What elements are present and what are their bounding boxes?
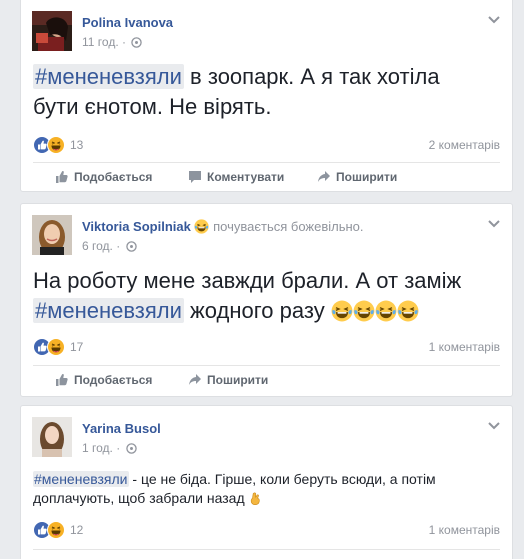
reaction-count: 17 xyxy=(70,340,84,354)
globe-icon xyxy=(126,241,137,252)
thumbs-up-icon xyxy=(56,170,68,183)
post-text-line: доплачують, щоб забрали назад xyxy=(33,489,503,508)
haha-reaction-icon xyxy=(47,338,65,356)
thumbs-up-icon xyxy=(56,373,68,386)
comment-button[interactable]: Коментувати xyxy=(188,164,284,190)
post-text-line: На роботу мене завжди брали. А от заміж xyxy=(33,268,462,293)
reaction-count: 12 xyxy=(70,523,84,537)
avatar[interactable] xyxy=(32,11,72,51)
emoji-group xyxy=(331,298,419,323)
haha-reaction-icon xyxy=(47,521,65,539)
post-text: #мененевзяли в зоопарк. А я так хотіла б… xyxy=(33,62,503,122)
post-meta: 11 год. · xyxy=(82,35,142,49)
post-author[interactable]: Polina Ivanova xyxy=(82,15,173,30)
comment-icon xyxy=(189,171,201,183)
share-icon xyxy=(189,374,201,385)
hashtag-link[interactable]: #мененевзяли xyxy=(33,298,184,323)
laughing-crying-emoji xyxy=(375,300,397,322)
divider xyxy=(33,549,500,550)
post-time[interactable]: 6 год. · xyxy=(82,239,124,253)
finger-crossed-emoji xyxy=(250,492,260,506)
avatar[interactable] xyxy=(32,215,72,255)
laughing-crying-emoji xyxy=(194,219,209,234)
post-author[interactable]: Yarina Busol xyxy=(82,421,161,436)
reaction-icons xyxy=(33,338,65,356)
author-name[interactable]: Viktoria Sopilniak xyxy=(82,219,191,234)
post-meta: 6 год. · xyxy=(82,239,137,253)
like-button[interactable]: Подобається xyxy=(55,164,152,190)
post-meta: 1 год. · xyxy=(82,441,137,455)
laughing-crying-emoji xyxy=(397,300,419,322)
post-actions: Подобається Коментувати Поширити xyxy=(33,164,503,190)
avatar[interactable] xyxy=(32,417,72,457)
post-card: Yarina Busol 1 год. · #мененевзяли - це … xyxy=(20,405,513,559)
globe-icon xyxy=(131,37,142,48)
reaction-icons xyxy=(33,136,65,154)
haha-reaction-icon xyxy=(47,136,65,154)
post-author: Viktoria Sopilniak почувається божевільн… xyxy=(82,219,364,234)
post-text: #мененевзяли - це не біда. Гірше, коли б… xyxy=(33,470,503,508)
post-card: Viktoria Sopilniak почувається божевільн… xyxy=(20,203,513,397)
post-time[interactable]: 1 год. · xyxy=(82,441,124,455)
laughing-crying-emoji xyxy=(353,300,375,322)
post-card: Polina Ivanova 11 год. · #мененевзяли в … xyxy=(20,0,513,192)
share-button[interactable]: Поширити xyxy=(317,164,397,190)
chevron-down-icon[interactable] xyxy=(488,422,500,430)
post-text-line: бути єнотом. Не вірять. xyxy=(33,94,272,119)
globe-icon xyxy=(126,443,137,454)
comments-count[interactable]: 1 коментарів xyxy=(429,340,500,354)
chevron-down-icon[interactable] xyxy=(488,220,500,228)
divider xyxy=(33,162,500,163)
reaction-count: 13 xyxy=(70,138,84,152)
post-text-segment: в зоопарк. А я так хотіла xyxy=(183,64,440,89)
post-text-segment: жодного разу xyxy=(183,298,325,323)
like-button[interactable]: Подобається xyxy=(55,367,152,393)
post-time[interactable]: 11 год. · xyxy=(82,35,129,49)
hashtag-link[interactable]: #мененевзяли xyxy=(33,64,184,89)
share-button[interactable]: Поширити xyxy=(188,367,268,393)
post-text: На роботу мене завжди брали. А от заміж … xyxy=(33,266,508,326)
reaction-icons xyxy=(33,521,65,539)
feeling-text: почувається божевільно. xyxy=(213,219,364,234)
hashtag-link[interactable]: #мененевзяли xyxy=(33,471,129,487)
post-text-line: #мененевзяли - це не біда. Гірше, коли б… xyxy=(33,470,503,489)
laughing-crying-emoji xyxy=(331,300,353,322)
post-text-line: #мененевзяли в зоопарк. А я так хотіла xyxy=(33,62,503,92)
chevron-down-icon[interactable] xyxy=(488,16,500,24)
share-icon xyxy=(318,171,330,182)
divider xyxy=(33,365,500,366)
post-actions: Подобається Поширити xyxy=(33,367,503,393)
comments-count[interactable]: 1 коментарів xyxy=(429,523,500,537)
comments-count[interactable]: 2 коментарів xyxy=(429,138,500,152)
post-text-segment: - це не біда. Гірше, коли беруть всюди, … xyxy=(128,471,436,487)
post-text-line: #мененевзяли жодного разу xyxy=(33,296,508,326)
